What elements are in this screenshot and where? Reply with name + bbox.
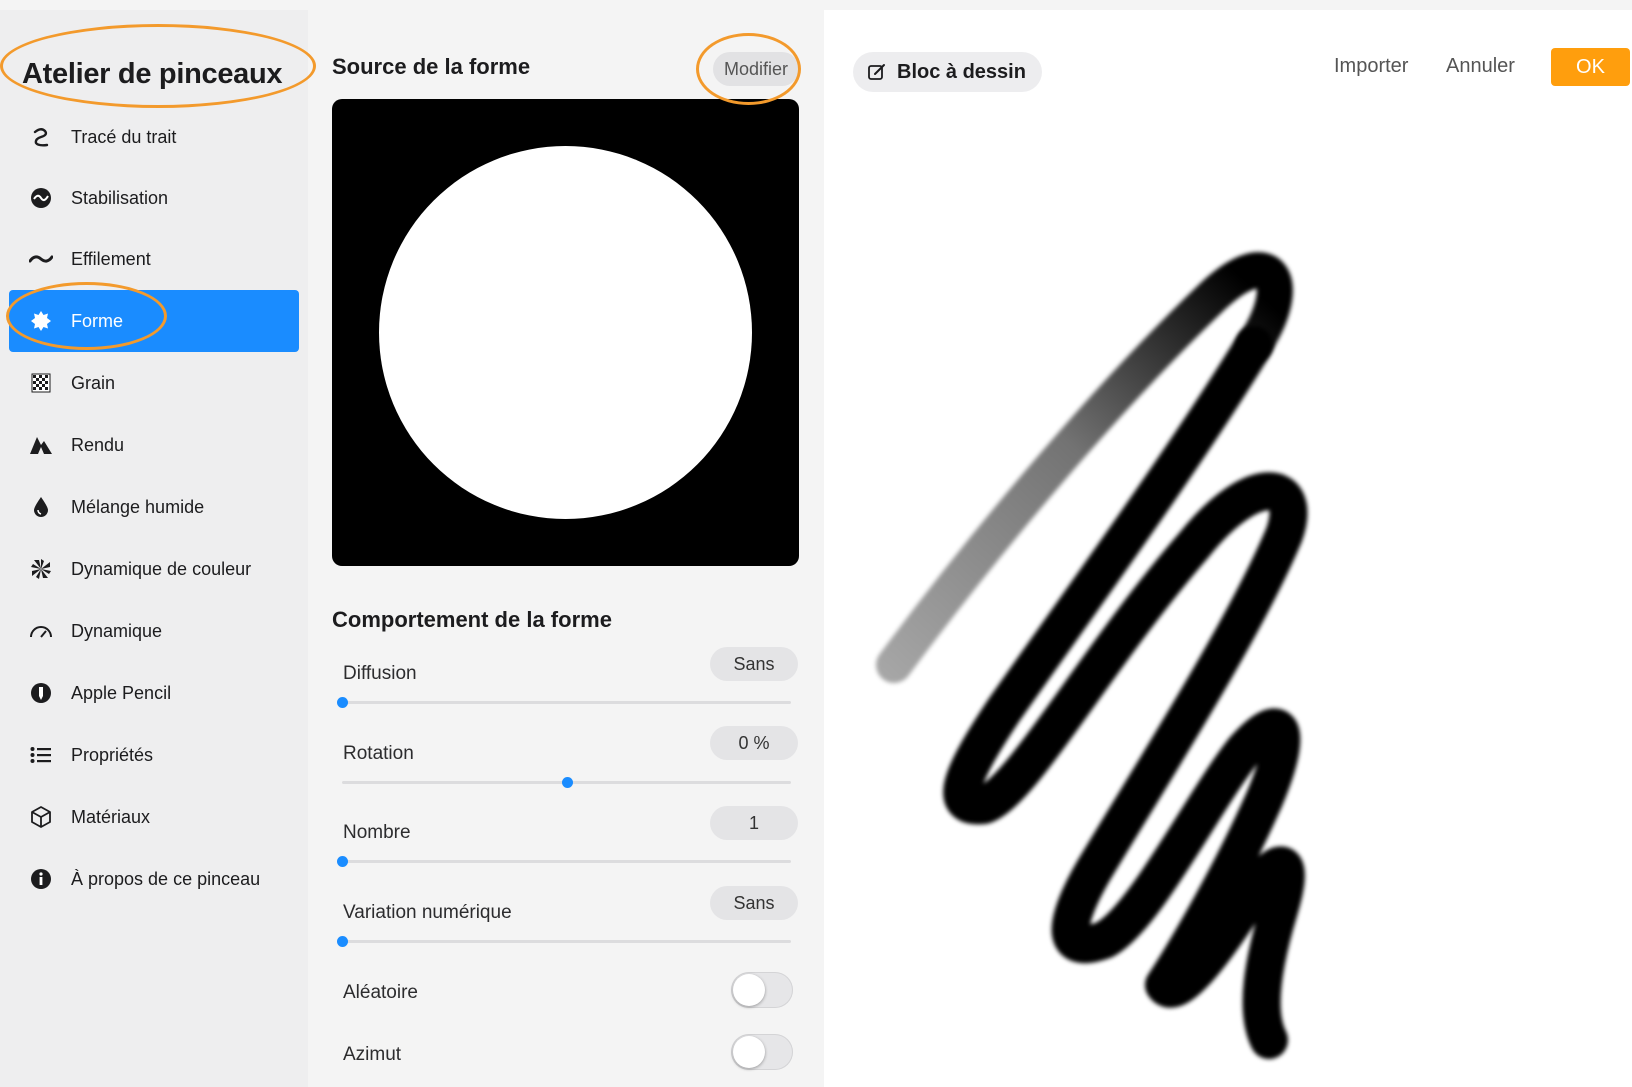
sidebar-item-shape[interactable]: Forme (9, 290, 299, 352)
ok-button[interactable]: OK (1551, 48, 1630, 86)
rendering-icon (19, 435, 63, 455)
azimuth-toggle[interactable] (731, 1034, 793, 1070)
azimuth-label: Azimut (343, 1044, 402, 1065)
sidebar-item-apple-pencil[interactable]: Apple Pencil (9, 662, 299, 724)
sidebar-item-label: Grain (71, 372, 116, 393)
sidebar-item-materials[interactable]: Matériaux (9, 786, 299, 848)
shape-source-title: Source de la forme (332, 54, 531, 79)
rotation-slider-thumb[interactable] (561, 777, 573, 788)
rotation-value[interactable]: 0 % (710, 726, 798, 760)
rotation-slider[interactable] (342, 777, 791, 788)
shape-source-preview[interactable] (332, 99, 799, 566)
info-icon (19, 868, 63, 890)
brush-stroke-preview (876, 252, 1308, 1059)
count-value[interactable]: 1 (710, 806, 798, 840)
sidebar-item-label: Tracé du trait (71, 126, 177, 147)
grain-icon (19, 373, 63, 393)
toggle-knob (733, 974, 765, 1006)
sidebar-item-rendering[interactable]: Rendu (9, 414, 299, 476)
shape-icon (19, 310, 63, 332)
sidebar-title: Atelier de pinceaux (22, 58, 283, 90)
stroke-path-icon (19, 126, 63, 148)
taper-icon (19, 252, 63, 266)
count-slider[interactable] (337, 856, 791, 867)
sidebar-item-label: Stabilisation (71, 187, 169, 208)
materials-icon (19, 806, 63, 828)
sidebar-item-about-brush[interactable]: À propos de ce pinceau (9, 848, 299, 910)
rotation-label: Rotation (343, 743, 414, 764)
count-jitter-slider-thumb[interactable] (337, 936, 348, 947)
apple-pencil-icon (19, 682, 63, 704)
stabilization-icon (19, 187, 63, 209)
sidebar-item-wet-mix[interactable]: Mélange humide (9, 476, 299, 538)
drawing-pad-canvas[interactable]: Bloc à dessin Importer Annuler OK (824, 10, 1632, 1087)
drawing-pad-button[interactable]: Bloc à dessin (853, 52, 1042, 92)
shape-circle (379, 146, 752, 519)
scatter-label: Diffusion (343, 663, 417, 684)
sidebar-item-label: Effilement (71, 248, 151, 269)
color-dynamics-icon (19, 558, 63, 580)
sidebar-item-taper[interactable]: Effilement (9, 228, 299, 290)
sidebar-item-label: Propriétés (71, 744, 154, 765)
sidebar-item-label: Apple Pencil (71, 682, 172, 703)
import-button[interactable]: Importer (1334, 55, 1408, 78)
sidebar-item-label: Matériaux (71, 806, 151, 827)
sidebar-item-label: À propos de ce pinceau (71, 868, 261, 889)
brush-studio-sidebar: Atelier de pinceaux Tracé du trait Stabi… (0, 10, 308, 1087)
shape-behavior-title: Comportement de la forme (332, 607, 612, 632)
wet-mix-icon (19, 496, 63, 518)
sidebar-item-label: Forme (71, 310, 124, 331)
sidebar-item-label: Dynamique de couleur (71, 558, 252, 579)
sidebar-item-properties[interactable]: Propriétés (9, 724, 299, 786)
scatter-value[interactable]: Sans (710, 647, 798, 681)
properties-icon (19, 746, 63, 764)
sidebar-item-stabilization[interactable]: Stabilisation (9, 167, 299, 229)
sidebar-item-color-dynamics[interactable]: Dynamique de couleur (9, 538, 299, 600)
toggle-knob (733, 1036, 765, 1068)
sidebar-item-label: Rendu (71, 434, 125, 455)
count-slider-thumb[interactable] (337, 856, 348, 867)
sidebar-item-dynamics[interactable]: Dynamique (9, 600, 299, 662)
sidebar-item-label: Mélange humide (71, 496, 205, 517)
sidebar-item-label: Dynamique (71, 620, 163, 641)
cancel-button[interactable]: Annuler (1446, 55, 1515, 78)
scatter-slider-thumb[interactable] (337, 697, 348, 708)
dynamics-icon (19, 623, 63, 639)
drawing-pad-label: Bloc à dessin (897, 60, 1026, 83)
sidebar-item-stroke-path[interactable]: Tracé du trait (9, 106, 299, 168)
count-jitter-slider[interactable] (337, 936, 791, 947)
scatter-slider[interactable] (337, 697, 791, 708)
count-jitter-value[interactable]: Sans (710, 886, 798, 920)
randomized-label: Aléatoire (343, 982, 418, 1003)
sidebar-item-grain[interactable]: Grain (9, 352, 299, 414)
shape-settings-panel: Source de la forme Modifier Comportement… (308, 10, 824, 1087)
count-label: Nombre (343, 822, 411, 843)
edit-pad-icon (867, 62, 889, 82)
randomized-toggle[interactable] (731, 972, 793, 1008)
count-jitter-label: Variation numérique (343, 902, 512, 923)
edit-shape-button[interactable]: Modifier (713, 52, 799, 86)
